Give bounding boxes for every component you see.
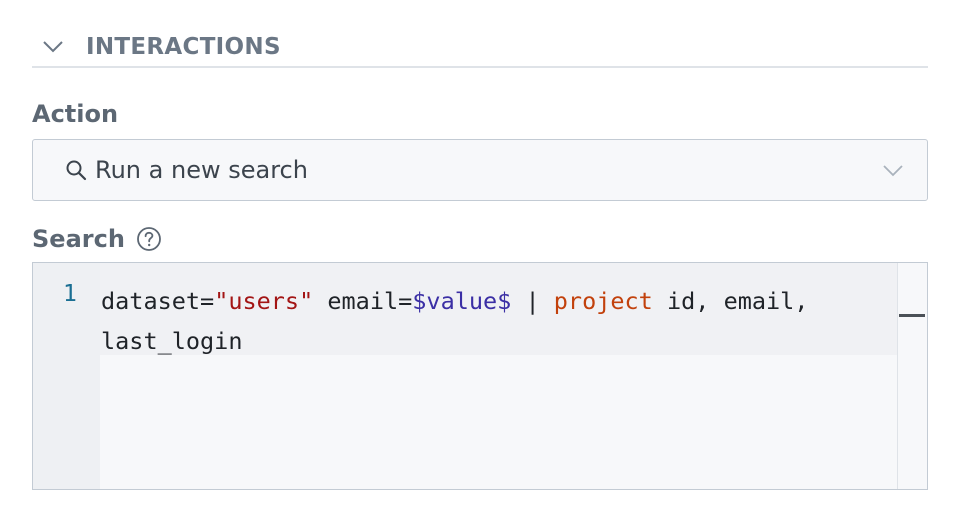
line-number: 1 xyxy=(63,281,77,307)
action-select-value: Run a new search xyxy=(95,156,308,184)
scrollbar-thumb[interactable] xyxy=(899,314,925,317)
code-token-string: "users" xyxy=(214,287,314,315)
search-icon xyxy=(63,157,89,183)
code-token: | xyxy=(511,287,554,315)
action-label: Action xyxy=(32,100,119,128)
code-token: last_login xyxy=(101,327,243,355)
chevron-down-icon xyxy=(881,158,905,182)
interactions-section-header[interactable]: INTERACTIONS xyxy=(32,28,928,68)
search-editor[interactable]: 1 dataset="users" email=$value$ | projec… xyxy=(32,262,928,490)
code-token-keyword: project xyxy=(553,287,653,315)
question-circle-icon[interactable] xyxy=(135,225,163,253)
code-token: dataset= xyxy=(101,287,215,315)
search-query-code[interactable]: dataset="users" email=$value$ | project … xyxy=(101,281,901,361)
editor-gutter: 1 xyxy=(33,263,100,489)
code-token: email= xyxy=(313,287,413,315)
action-select[interactable]: Run a new search xyxy=(32,139,928,201)
editor-scrollbar[interactable] xyxy=(897,263,927,489)
search-label-text: Search xyxy=(32,225,125,253)
section-title: INTERACTIONS xyxy=(86,34,281,60)
code-token: id, email, xyxy=(652,287,809,315)
search-label: Search xyxy=(32,225,163,253)
code-token-variable: $value$ xyxy=(412,287,512,315)
chevron-down-icon[interactable] xyxy=(38,32,68,62)
